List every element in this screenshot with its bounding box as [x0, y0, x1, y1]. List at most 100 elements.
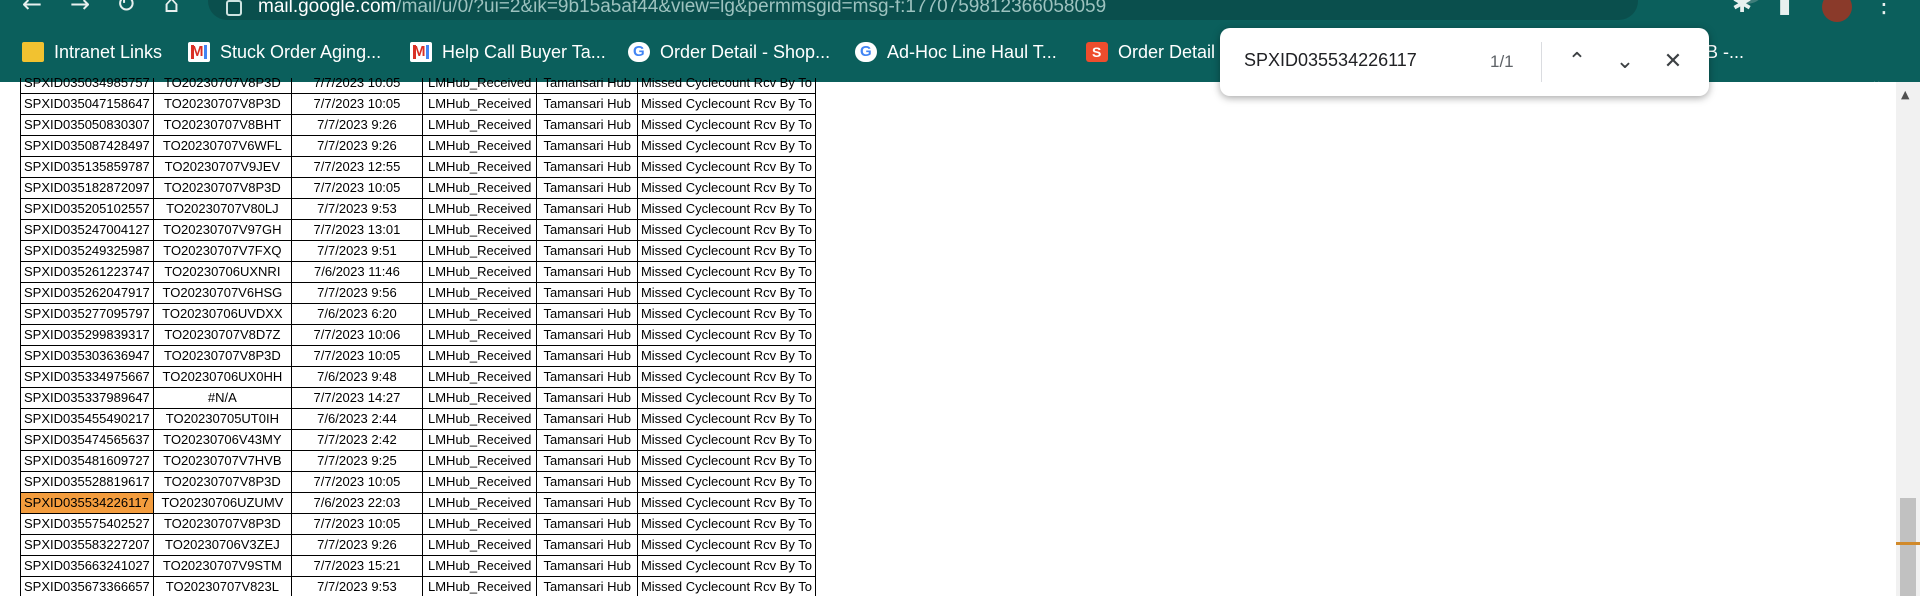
table-cell: Tamansari Hub [536, 156, 638, 178]
table-row: SPXID035663241027 TO20230707V9STM 7/7/2023… [20, 555, 816, 577]
table-cell: 7/7/2023 9:26 [290, 534, 423, 556]
table-cell: Tamansari Hub [536, 513, 638, 535]
table-cell-highlighted: SPXID035534226117 [20, 492, 154, 514]
avatar[interactable] [1822, 0, 1852, 22]
table-row: SPXID035673366657 TO20230707V823L 7/7/2023… [20, 576, 816, 596]
table-cell: SPXID035337989647 [20, 387, 154, 409]
table-cell: LMHub_Received [421, 93, 538, 115]
table-row: SPXID035135859787 TO20230707V9JEV 7/7/2023… [20, 156, 816, 178]
table-cell: Missed Cyclecount Rcv By To [636, 492, 816, 514]
table-cell: LMHub_Received [421, 135, 538, 157]
address-bar[interactable]: mail.google.com/mail/u/0/?ui=2&ik=9b15a5… [208, 0, 1768, 20]
side-panel-icon[interactable]: ▮ [1778, 0, 1791, 16]
table-cell: SPXID035247004127 [20, 219, 154, 241]
table-row: SPXID035299839317 TO20230707V8D7Z 7/7/2023… [20, 324, 816, 346]
table-cell: 7/7/2023 10:06 [290, 324, 423, 346]
bookmark-item[interactable]: Order Detail - Shop... [628, 36, 830, 68]
find-input[interactable] [1244, 50, 1474, 71]
chevron-down-icon[interactable]: ⌄ [1608, 44, 1642, 78]
table-cell: 7/7/2023 9:56 [290, 282, 423, 304]
table-cell: 7/7/2023 2:42 [290, 429, 423, 451]
chevron-up-icon[interactable]: ⌃ [1560, 44, 1594, 78]
scrollbar-thumb[interactable] [1900, 498, 1916, 596]
table-cell: 7/6/2023 22:03 [290, 492, 423, 514]
google-icon [628, 42, 650, 62]
extensions-icon[interactable]: ✱ [1732, 0, 1752, 16]
table-cell: Missed Cyclecount Rcv By To [636, 471, 816, 493]
bookmark-item[interactable]: Intranet Links [22, 36, 162, 68]
email-content: SPXID035034985757 TO20230707V8P3D 7/7/2023… [20, 78, 816, 596]
table-row: SPXID035047158647 TO20230707V8P3D 7/7/2023… [20, 93, 816, 115]
table-cell: 7/7/2023 9:26 [290, 135, 423, 157]
table-cell: TO20230706UXNRI [152, 261, 292, 283]
scrollbar[interactable]: ▲ [1896, 82, 1920, 596]
table-cell: TO20230707V97GH [152, 219, 292, 241]
url-host: mail.google.com [258, 0, 397, 17]
table-cell: LMHub_Received [421, 429, 538, 451]
table-cell: TO20230707V8D7Z [152, 324, 292, 346]
table-cell: 7/7/2023 10:05 [290, 513, 423, 535]
bookmarks-overflow-icon[interactable]: » [1872, 74, 1885, 99]
table-cell: TO20230706V3ZEJ [152, 534, 292, 556]
table-cell: LMHub_Received [421, 345, 538, 367]
table-cell: SPXID035249325987 [20, 240, 154, 262]
table-row: SPXID035262047917 TO20230707V6HSG 7/7/2023… [20, 282, 816, 304]
table-cell: Tamansari Hub [536, 282, 638, 304]
table-cell: SPXID035262047917 [20, 282, 154, 304]
table-cell: 7/7/2023 10:05 [290, 78, 423, 94]
menu-icon[interactable]: ⋮ [1872, 0, 1896, 16]
forward-icon[interactable]: → [70, 0, 90, 16]
table-cell: LMHub_Received [421, 450, 538, 472]
table-row: SPXID035087428497 TO20230707V6WFL 7/7/2023… [20, 135, 816, 157]
table-cell: Missed Cyclecount Rcv By To [636, 345, 816, 367]
table-cell: 7/7/2023 9:25 [290, 450, 423, 472]
table-cell: TO20230707V8P3D [152, 177, 292, 199]
table-cell: TO20230707V6WFL [152, 135, 292, 157]
gmail-icon [188, 42, 210, 62]
table-cell: SPXID035303636947 [20, 345, 154, 367]
table-cell: SPXID035261223747 [20, 261, 154, 283]
table-cell: Tamansari Hub [536, 177, 638, 199]
table-row: SPXID035575402527 TO20230707V8P3D 7/7/2023… [20, 513, 816, 535]
table-row: SPXID035277095797 TO20230706UVDXX 7/6/2023… [20, 303, 816, 325]
bookmark-label: Help Call Buyer Ta... [442, 41, 606, 62]
table-cell: LMHub_Received [421, 219, 538, 241]
table-cell: Missed Cyclecount Rcv By To [636, 78, 816, 94]
table-cell: 7/6/2023 11:46 [290, 261, 423, 283]
bookmark-item[interactable]: Stuck Order Aging... [188, 36, 381, 68]
table-cell: LMHub_Received [421, 177, 538, 199]
table-row: SPXID035337989647 #N/A 7/7/2023 14:27 LMHub… [20, 387, 816, 409]
table-cell: Missed Cyclecount Rcv By To [636, 303, 816, 325]
table-cell: LMHub_Received [421, 492, 538, 514]
home-icon[interactable]: ⌂ [164, 0, 179, 16]
table-cell: LMHub_Received [421, 261, 538, 283]
bookmark-item[interactable]: Help Call Buyer Ta... [410, 36, 606, 68]
table-cell: Tamansari Hub [536, 366, 638, 388]
table-cell: Tamansari Hub [536, 93, 638, 115]
table-cell: Tamansari Hub [536, 471, 638, 493]
navigation-row: ← → ↻ ⌂ mail.google.com/mail/u/0/?ui=2&i… [0, 0, 1920, 22]
reload-icon[interactable]: ↻ [116, 0, 136, 16]
bookmark-item[interactable]: B -... [1706, 36, 1744, 68]
table-cell: 7/7/2023 10:05 [290, 471, 423, 493]
table-row: SPXID035247004127 TO20230707V97GH 7/7/2023… [20, 219, 816, 241]
table-cell: LMHub_Received [421, 576, 538, 596]
close-icon[interactable]: ✕ [1656, 44, 1690, 78]
bookmark-label: Ad-Hoc Line Haul T... [887, 41, 1057, 62]
scroll-up-icon[interactable]: ▲ [1901, 88, 1909, 101]
table-row: SPXID035534226117 TO20230706UZUMV 7/6/2023… [20, 492, 816, 514]
table-cell: SPXID035135859787 [20, 156, 154, 178]
bookmark-item[interactable]: Ad-Hoc Line Haul T... [855, 36, 1057, 68]
table-cell: TO20230707V7FXQ [152, 240, 292, 262]
table-cell: SPXID035334975667 [20, 366, 154, 388]
table-cell: LMHub_Received [421, 156, 538, 178]
table-cell: TO20230707V8P3D [152, 345, 292, 367]
table-cell: Missed Cyclecount Rcv By To [636, 177, 816, 199]
bookmark-item[interactable]: Order Detail [1086, 36, 1215, 68]
table-cell: SPXID035583227207 [20, 534, 154, 556]
gmail-icon [410, 42, 432, 62]
table-cell: Tamansari Hub [536, 219, 638, 241]
back-icon[interactable]: ← [22, 0, 42, 16]
table-cell: Missed Cyclecount Rcv By To [636, 93, 816, 115]
table-cell: TO20230705UT0IH [152, 408, 292, 430]
